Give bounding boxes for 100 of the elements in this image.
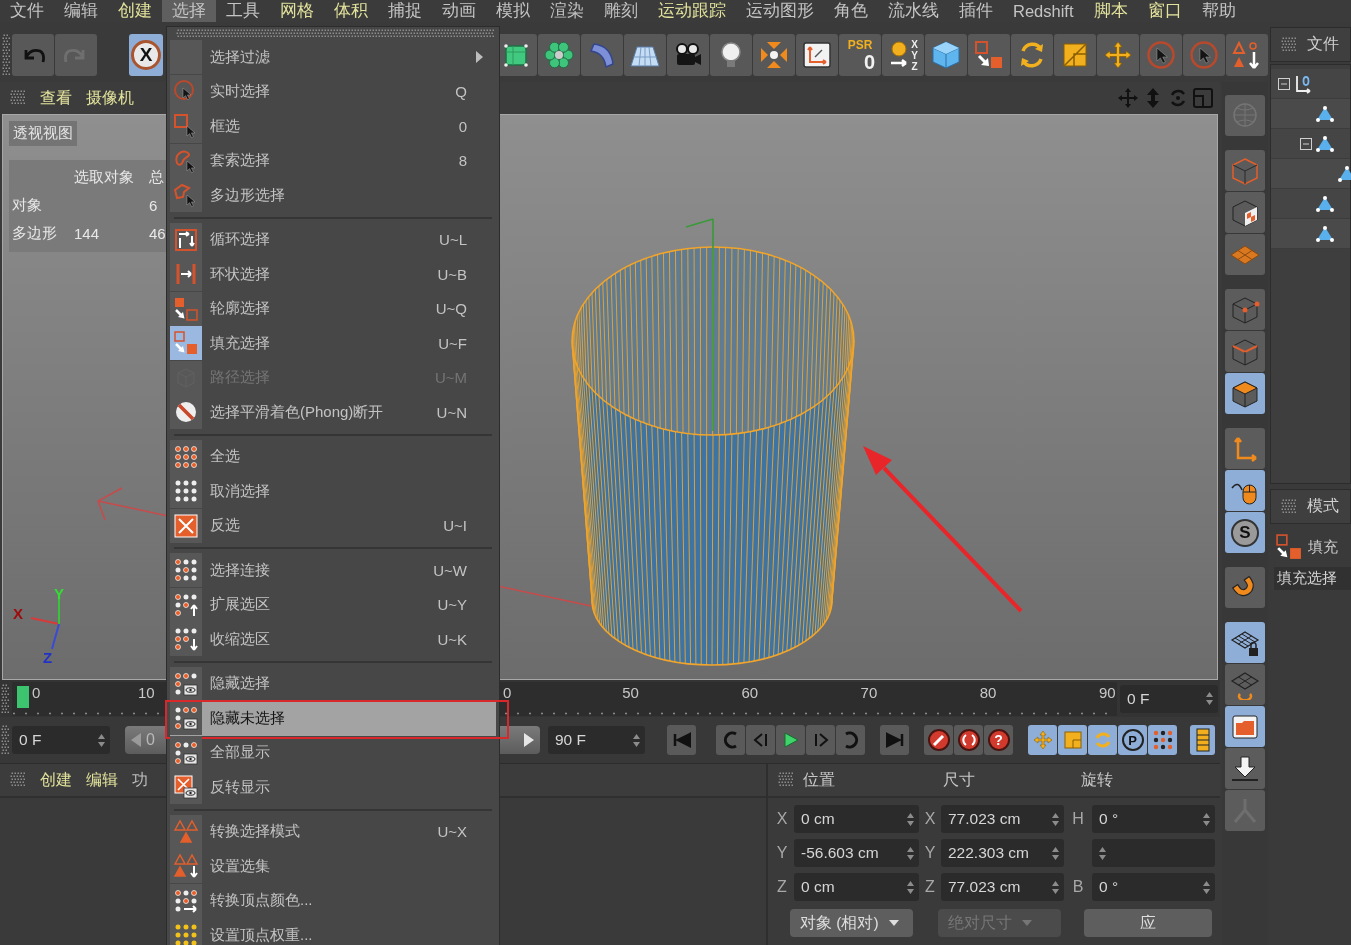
panel-tab[interactable]: 模式: [1307, 496, 1339, 517]
menu-title[interactable]: 帮助: [1191, 0, 1246, 22]
menu-item[interactable]: 套索选择 8: [170, 143, 496, 178]
rotation-field[interactable]: 0 °: [1092, 805, 1215, 833]
menu-item[interactable]: 扩展选区 U~Y: [170, 587, 496, 622]
panel-tab[interactable]: 文件: [1307, 34, 1339, 55]
collapse-box-icon[interactable]: [1300, 137, 1312, 150]
step-forward-button[interactable]: [806, 725, 835, 755]
tree-row[interactable]: [1271, 69, 1350, 99]
palette-button[interactable]: [1225, 192, 1265, 233]
palette-button[interactable]: [1225, 748, 1265, 789]
toolbar-button[interactable]: [753, 34, 795, 76]
menu-item[interactable]: 实时选择 Q: [170, 74, 496, 109]
step-back-button[interactable]: [746, 725, 775, 755]
view-menu-item[interactable]: 摄像机: [86, 87, 134, 109]
next-key-button[interactable]: [836, 725, 865, 755]
go-to-end-button[interactable]: [880, 725, 909, 755]
menu-item[interactable]: 多边形选择: [170, 178, 496, 213]
size-field[interactable]: 77.023 cm: [941, 805, 1064, 833]
menu-title[interactable]: 雕刻: [594, 0, 648, 22]
collapse-box-icon[interactable]: [1278, 77, 1290, 90]
menu-item[interactable]: 环状选择 U~B: [170, 257, 496, 292]
menu-item[interactable]: 反转显示: [170, 770, 496, 805]
size-field[interactable]: 77.023 cm: [941, 873, 1064, 901]
grip-handle[interactable]: [1281, 498, 1297, 515]
toolbar-button[interactable]: [968, 34, 1010, 76]
previous-key-button[interactable]: [716, 725, 745, 755]
grip-handle[interactable]: [1, 683, 9, 714]
menu-item[interactable]: 取消选择: [170, 474, 496, 509]
menu-title[interactable]: 捕捉: [378, 0, 432, 22]
toolbar-button[interactable]: [667, 34, 709, 76]
grip-handle[interactable]: [10, 90, 26, 106]
psr-button[interactable]: PSR 0: [839, 34, 881, 76]
palette-button[interactable]: [1225, 567, 1265, 608]
palette-button[interactable]: S: [1225, 512, 1265, 553]
menu-title[interactable]: 运动跟踪: [648, 0, 736, 22]
position-field[interactable]: 0 cm: [794, 805, 919, 833]
menu-title[interactable]: Redshift: [1003, 0, 1084, 22]
menu-item[interactable]: 反选 U~I: [170, 508, 496, 543]
grip-handle[interactable]: [2, 34, 10, 76]
menu-item[interactable]: 全选: [170, 439, 496, 474]
tree-row[interactable]: [1271, 219, 1350, 249]
menu-item[interactable]: 框选 0: [170, 109, 496, 144]
apply-button[interactable]: 应: [1084, 909, 1212, 937]
key-track-button[interactable]: [1088, 725, 1117, 755]
grip-handle[interactable]: [1, 725, 9, 755]
menu-title[interactable]: 流水线: [878, 0, 949, 22]
menu-item[interactable]: 转换选择模式 U~X: [170, 814, 496, 849]
menu-item[interactable]: 设置选集: [170, 849, 496, 884]
menu-title[interactable]: 编辑: [54, 0, 108, 22]
menu-item[interactable]: 设置顶点权重...: [170, 918, 496, 945]
menu-item[interactable]: 转换顶点颜色...: [170, 883, 496, 918]
menu-title[interactable]: 网格: [270, 0, 324, 22]
autokey-button[interactable]: [954, 725, 983, 755]
coordinate-mode-dropdown[interactable]: 对象 (相对): [790, 909, 913, 937]
menu-title[interactable]: 角色: [824, 0, 878, 22]
toolbar-button[interactable]: [796, 34, 838, 76]
menu-title[interactable]: 工具: [216, 0, 270, 22]
menu-title[interactable]: 插件: [949, 0, 1003, 22]
palette-button[interactable]: [1225, 622, 1265, 663]
menu-title[interactable]: 动画: [432, 0, 486, 22]
grip-handle[interactable]: [778, 772, 794, 788]
key-track-button[interactable]: [1148, 725, 1177, 755]
menu-item[interactable]: 选择平滑着色(Phong)断开 U~N: [170, 395, 496, 430]
tree-row[interactable]: [1271, 189, 1350, 219]
toolbar-button[interactable]: X Y Z: [882, 34, 924, 76]
panel-menu-item[interactable]: 功: [132, 769, 148, 791]
panel-menu-item[interactable]: 创建: [40, 769, 72, 791]
menu-item[interactable]: 填充选择 U~F: [170, 326, 496, 361]
play-button[interactable]: [776, 725, 805, 755]
rotation-field[interactable]: 0 °: [1092, 873, 1215, 901]
undo-button[interactable]: [12, 34, 54, 76]
menu-title[interactable]: 渲染: [540, 0, 594, 22]
menu-title[interactable]: 创建: [108, 0, 162, 22]
size-field[interactable]: 222.303 cm: [941, 839, 1064, 867]
position-field[interactable]: -56.603 cm: [794, 839, 919, 867]
menu-title[interactable]: 选择: [162, 0, 216, 22]
frame-field[interactable]: 0 F: [1120, 684, 1218, 713]
mode-button[interactable]: X: [129, 34, 163, 76]
tree-row[interactable]: [1271, 129, 1350, 159]
timeline-button[interactable]: [1190, 725, 1215, 755]
menu-item[interactable]: 选择过滤: [170, 40, 496, 75]
end-frame-field[interactable]: 90 F: [548, 726, 645, 754]
menu-title[interactable]: 模拟: [486, 0, 540, 22]
record-button[interactable]: [924, 725, 953, 755]
grip-handle[interactable]: [10, 772, 26, 788]
toolbar-button[interactable]: [1226, 34, 1268, 76]
menu-title[interactable]: 脚本: [1083, 0, 1138, 22]
playhead[interactable]: [17, 685, 29, 708]
palette-button[interactable]: [1225, 470, 1265, 511]
menu-item[interactable]: 收缩选区 U~K: [170, 622, 496, 657]
menu-title[interactable]: 运动图形: [736, 0, 824, 22]
key-track-button[interactable]: [1028, 725, 1057, 755]
rotation-field[interactable]: [1092, 839, 1215, 867]
grip-handle[interactable]: [1281, 36, 1297, 53]
start-frame-field[interactable]: 0 F: [12, 726, 110, 754]
key-track-button[interactable]: [1058, 725, 1087, 755]
help-button[interactable]: ?: [984, 725, 1013, 755]
toolbar-button[interactable]: [710, 34, 752, 76]
menu-item[interactable]: 选择连接 U~W: [170, 553, 496, 588]
